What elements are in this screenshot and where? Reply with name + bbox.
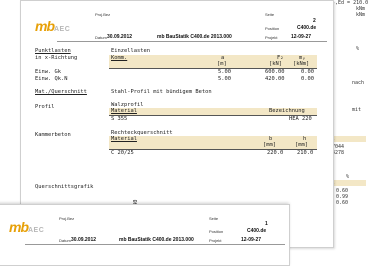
project-number: 12-09-27 (291, 34, 312, 40)
load-row-a: 5.00 (218, 69, 231, 75)
date-value: 30.09.2012 (107, 34, 133, 40)
load-row-a: 5.00 (218, 76, 231, 82)
section-punktlasten-subtitle: in x-Richtung (35, 55, 78, 61)
page-label: Seite (265, 12, 275, 17)
software-name: mb BauStatik C400.de 2013.000 (157, 34, 232, 40)
position-label: Position (209, 229, 224, 234)
kammerbeton-table-header: Material b h [mm] [mm] (109, 136, 317, 149)
kammerbeton-material: C 20/25 (111, 150, 134, 156)
section-punktlasten-title: Punktlasten (35, 48, 71, 54)
section-grafik-title: Querschnittsgrafik (35, 184, 94, 190)
project-label: Projekt (209, 238, 222, 243)
date-value: 30.09.2012 (71, 237, 97, 243)
document-page-1: mbAEC Proj.Bez Datum 30.09.2012 mb BauSt… (0, 204, 290, 266)
page-header: mbAEC Proj.Bez Datum 30.09.2012 mb BauSt… (21, 1, 333, 45)
material-value: Stahl-Profil mit bündigem Beton (111, 89, 212, 95)
load-row-my: 0.00 (301, 76, 314, 82)
profil-table-header: Material Bezeichnung (109, 108, 317, 115)
position-value: C400.de (247, 228, 267, 234)
page-number: 1 (265, 221, 268, 227)
back-line-text: mit (352, 107, 362, 113)
profil-bezeichnung: HEA 220 (289, 116, 312, 122)
profil-material: S 355 (111, 116, 128, 122)
back-line-text: nach (352, 80, 365, 86)
section-material-title: Mat./Querschnitt (35, 89, 87, 95)
software-name: mb BauStatik C400.de 2013.000 (119, 237, 194, 243)
punktlasten-type: Einzellasten (111, 48, 150, 54)
load-row-my: 0.00 (301, 69, 314, 75)
back-line-value: 0.60 (336, 200, 349, 206)
date-label: Datum (95, 35, 107, 40)
section-kammerbeton-title: Kammerbeton (35, 132, 71, 138)
kammerbeton-b: 220.0 (267, 150, 284, 156)
date-label: Datum (59, 238, 71, 243)
page-label: Seite (209, 216, 219, 221)
load-row-label: Einw. Qk.N (35, 76, 68, 82)
section-profil-title: Profil (35, 104, 55, 110)
load-row-label: Einw. Gk (35, 69, 61, 75)
punktlasten-table-header: Komm. a F₂ mᵧ [m] [kN] [kNm] (109, 55, 317, 68)
proj-bez-label: Proj.Bez (95, 12, 111, 17)
position-value: C400.de (297, 25, 317, 31)
kammerbeton-h: 210.0 (297, 150, 314, 156)
position-label: Position (265, 26, 280, 31)
project-number: 12-09-27 (241, 237, 262, 243)
mb-aec-logo: mbAEC (35, 18, 71, 34)
back-line-unit: kNm (356, 12, 366, 18)
mb-aec-logo: mbAEC (9, 219, 45, 235)
load-row-fz: 600.00 (265, 69, 285, 75)
project-label: Projekt (265, 35, 278, 40)
page-number: 2 (313, 18, 316, 24)
back-line-percent: % (356, 46, 360, 52)
load-row-fz: 420.00 (265, 76, 285, 82)
proj-bez-label: Proj.Bez (59, 216, 75, 221)
